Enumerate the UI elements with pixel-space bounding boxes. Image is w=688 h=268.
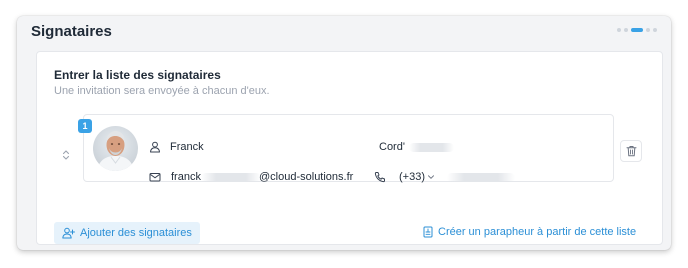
card-title: Entrer la liste des signataires	[54, 68, 221, 82]
redacted-text	[447, 173, 515, 182]
add-signers-button[interactable]: Ajouter des signataires	[54, 222, 200, 244]
phone-icon	[374, 172, 385, 183]
redacted-text	[409, 143, 454, 152]
create-parapheur-label: Créer un parapheur à partir de cette lis…	[438, 226, 637, 238]
trash-icon	[626, 146, 636, 157]
signataires-panel: Signataires Entrer la liste des signatai…	[17, 16, 671, 250]
add-signers-label: Ajouter des signataires	[80, 227, 192, 239]
step-dot	[617, 28, 621, 32]
signer-order-badge: 1	[78, 119, 92, 133]
card-subtitle: Une invitation sera envoyée à chacun d'e…	[54, 85, 270, 97]
redacted-text	[201, 173, 261, 182]
step-dot	[653, 28, 657, 32]
signers-card: Entrer la liste des signataires Une invi…	[36, 51, 663, 245]
first-name-field[interactable]: Franck	[170, 141, 204, 153]
document-icon	[423, 226, 433, 238]
step-indicator	[617, 28, 657, 32]
email-prefix[interactable]: franck	[171, 171, 201, 183]
step-dot	[646, 28, 650, 32]
mail-icon	[149, 173, 161, 182]
panel-title: Signataires	[31, 23, 112, 40]
user-icon	[150, 141, 160, 153]
last-name-field[interactable]: Cord'	[379, 141, 405, 153]
step-dot	[624, 28, 628, 32]
drag-handle-icon[interactable]	[62, 149, 70, 161]
delete-signer-button[interactable]	[620, 140, 642, 162]
chevron-down-icon[interactable]	[427, 173, 435, 181]
user-plus-icon	[62, 227, 75, 239]
email-domain[interactable]: @cloud-solutions.fr	[259, 171, 353, 183]
avatar	[93, 126, 138, 171]
create-parapheur-link[interactable]: Créer un parapheur à partir de cette lis…	[423, 226, 636, 238]
step-dot-active	[631, 28, 643, 32]
phone-country-code[interactable]: (+33)	[399, 171, 425, 183]
